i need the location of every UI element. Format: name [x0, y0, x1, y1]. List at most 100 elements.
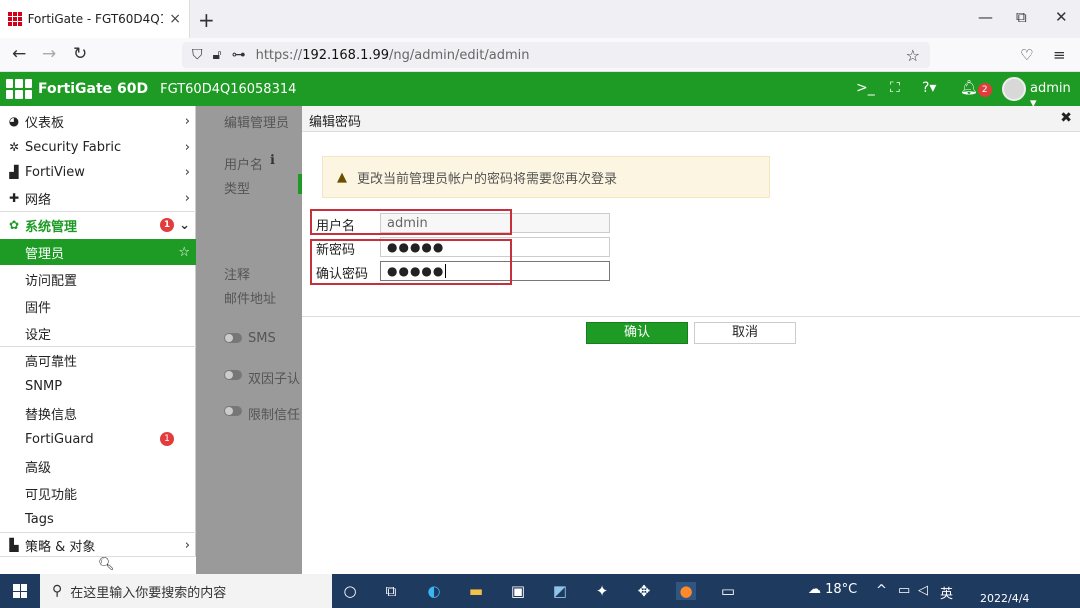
- sidebar-item-system[interactable]: ✿ 系统管理 1 ⌄: [0, 212, 196, 238]
- sidebar-item-access-profile[interactable]: 访问配置: [0, 266, 196, 292]
- sidebar-item-label: 固件: [25, 300, 52, 316]
- sidebar-item-fortiview[interactable]: ▟ FortiView ›: [0, 159, 196, 185]
- sidebar-item-firmware[interactable]: 固件: [0, 293, 196, 319]
- edge-icon[interactable]: ◐: [424, 582, 444, 600]
- fortigate-header: FortiGate 60D FGT60D4Q16058314 >_ ⛶ ?▾ 🔔…: [0, 72, 1080, 106]
- chart-icon: ▟: [9, 165, 19, 179]
- bg-trusted-label: 限制信任: [248, 408, 301, 423]
- sidebar-item-label: 策略 & 对象: [25, 539, 96, 555]
- sidebar-item-label: 可见功能: [25, 487, 78, 503]
- sidebar-item-tags[interactable]: Tags: [0, 506, 196, 532]
- shield-icon[interactable]: ⛉: [192, 47, 203, 63]
- sidebar-item-label: 网络: [25, 192, 52, 208]
- volume-icon[interactable]: ◁: [918, 583, 928, 598]
- sidebar-item-ha[interactable]: 高可靠性: [0, 347, 196, 373]
- policy-icon: ▙: [9, 538, 19, 552]
- new-tab-button[interactable]: +: [198, 8, 215, 32]
- app-window-icon[interactable]: ▣: [508, 582, 528, 600]
- confirm-button[interactable]: 确认: [586, 322, 688, 344]
- chevron-right-icon: ›: [184, 537, 190, 553]
- tool-app-icon[interactable]: ✥: [634, 582, 654, 600]
- bg-sms-label: SMS: [248, 331, 276, 346]
- browser-tab[interactable]: FortiGate - FGT60D4Q16058314 ×: [0, 0, 190, 38]
- settings-app-icon[interactable]: ✦: [592, 582, 612, 600]
- bg-email-label: 邮件地址: [224, 292, 277, 307]
- tab-title: FortiGate - FGT60D4Q16058314: [27, 12, 164, 26]
- back-arrow-icon[interactable]: ←: [12, 44, 26, 64]
- weather-widget[interactable]: ☁ 18°C: [808, 582, 857, 597]
- reload-icon[interactable]: ↻: [73, 44, 87, 64]
- dialog-header: 编辑密码 ✖: [302, 106, 1080, 132]
- cancel-button[interactable]: 取消: [694, 322, 796, 344]
- url-text: https://192.168.1.99/ng/admin/edit/admin: [255, 47, 530, 63]
- cli-console-icon[interactable]: >_: [856, 80, 875, 96]
- windows-taskbar: ⚲ 在这里输入你要搜索的内容 ○ ⧉ ◐ ▬ ▣ ◩ ✦ ✥ ● ▭ ☁ 18°…: [0, 574, 1080, 608]
- lock-icon[interactable]: 🔓︎: [213, 47, 222, 63]
- browser-navbar: ← → ↻ ⛉ 🔓︎ ⊶ https://192.168.1.99/ng/adm…: [0, 38, 1080, 72]
- tab-close-icon[interactable]: ×: [169, 11, 181, 27]
- chevron-right-icon: ›: [184, 190, 190, 206]
- search-icon[interactable]: 🔍︎: [98, 557, 115, 572]
- notifications-bell-icon[interactable]: 🔔︎ 2: [960, 80, 992, 97]
- background-page: 编辑管理员 用户名 ℹ 类型 注释 邮件地址 SMS 双因子认 限制信任: [210, 106, 302, 574]
- sidebar-item-label: FortiGuard: [25, 431, 94, 447]
- network-icon: ✚: [8, 191, 20, 205]
- close-icon[interactable]: ✖: [1060, 110, 1072, 126]
- network-tray-icon[interactable]: ▭: [898, 583, 910, 598]
- sidebar-item-label: 设定: [25, 327, 52, 343]
- device-model: FortiGate 60D: [38, 81, 149, 97]
- sidebar-item-snmp[interactable]: SNMP: [0, 373, 196, 399]
- tray-expand-icon[interactable]: ^: [876, 583, 887, 598]
- modal-overlay-gap: [196, 106, 210, 574]
- taskbar-search-placeholder: 在这里输入你要搜索的内容: [70, 585, 227, 601]
- user-avatar[interactable]: [1002, 77, 1026, 101]
- cortana-icon[interactable]: ○: [340, 582, 360, 600]
- bg-twofactor-toggle: [224, 370, 242, 380]
- sidebar-item-network[interactable]: ✚ 网络 ›: [0, 185, 196, 211]
- dialog-footer-divider: [302, 316, 1080, 317]
- fullscreen-icon[interactable]: ⛶: [890, 80, 900, 96]
- permissions-icon[interactable]: ⊶: [232, 47, 246, 63]
- chevron-right-icon: ›: [184, 139, 190, 155]
- help-icon[interactable]: ?▾: [922, 80, 936, 96]
- ime-indicator[interactable]: 英: [940, 583, 953, 602]
- notes-app-icon[interactable]: ◩: [550, 582, 570, 600]
- sidebar: ◕ 仪表板 › ✲ Security Fabric › ▟ FortiView …: [0, 106, 196, 574]
- sidebar-item-label: 仪表板: [25, 115, 65, 131]
- favorite-star-icon[interactable]: ☆: [178, 245, 190, 260]
- maximize-button[interactable]: ⧉: [1016, 8, 1027, 26]
- pocket-icon[interactable]: ♡: [1020, 46, 1033, 64]
- sidebar-item-settings[interactable]: 设定: [0, 320, 196, 346]
- menu-icon[interactable]: ≡: [1053, 46, 1066, 64]
- password-highlight-box: [310, 239, 512, 285]
- sidebar-item-dashboard[interactable]: ◕ 仪表板 ›: [0, 108, 196, 134]
- sidebar-item-label: SNMP: [25, 378, 63, 394]
- taskbar-search-box[interactable]: ⚲ 在这里输入你要搜索的内容: [40, 574, 332, 608]
- task-view-icon[interactable]: ⧉: [381, 582, 401, 600]
- address-bar[interactable]: ⛉ 🔓︎ ⊶ https://192.168.1.99/ng/admin/edi…: [182, 42, 930, 68]
- sidebar-item-feature-visibility[interactable]: 可见功能: [0, 480, 196, 506]
- close-window-button[interactable]: ✕: [1055, 8, 1068, 26]
- sidebar-item-advanced[interactable]: 高级: [0, 453, 196, 479]
- bg-type-label: 类型: [224, 182, 251, 197]
- sidebar-item-label: 系统管理: [25, 219, 78, 235]
- taskbar-date[interactable]: 2022/4/4: [980, 592, 1029, 605]
- sidebar-item-security-fabric[interactable]: ✲ Security Fabric ›: [0, 134, 196, 160]
- sidebar-item-label: FortiView: [25, 164, 85, 180]
- bg-sms-toggle: [224, 333, 242, 343]
- fortinet-logo-icon: [6, 79, 32, 99]
- bookmark-star-icon[interactable]: ☆: [906, 46, 920, 65]
- sidebar-search[interactable]: 🔍︎: [0, 556, 210, 574]
- forward-arrow-icon[interactable]: →: [42, 44, 56, 64]
- minimize-button[interactable]: —: [978, 8, 993, 26]
- gear-icon: ✿: [8, 218, 20, 232]
- sidebar-item-policy-objects[interactable]: ▙ 策略 & 对象 ›: [0, 532, 196, 558]
- firefox-icon[interactable]: ●: [676, 582, 696, 600]
- sidebar-item-fortiguard[interactable]: FortiGuard 1: [0, 426, 196, 452]
- sidebar-item-label: 访问配置: [25, 273, 78, 289]
- file-explorer-icon[interactable]: ▬: [466, 582, 486, 600]
- sidebar-item-replacement-messages[interactable]: 替换信息: [0, 400, 196, 426]
- terminal-icon[interactable]: ▭: [718, 582, 738, 600]
- windows-start-icon[interactable]: [13, 584, 27, 598]
- sidebar-item-administrators[interactable]: 管理员 ☆: [0, 239, 196, 265]
